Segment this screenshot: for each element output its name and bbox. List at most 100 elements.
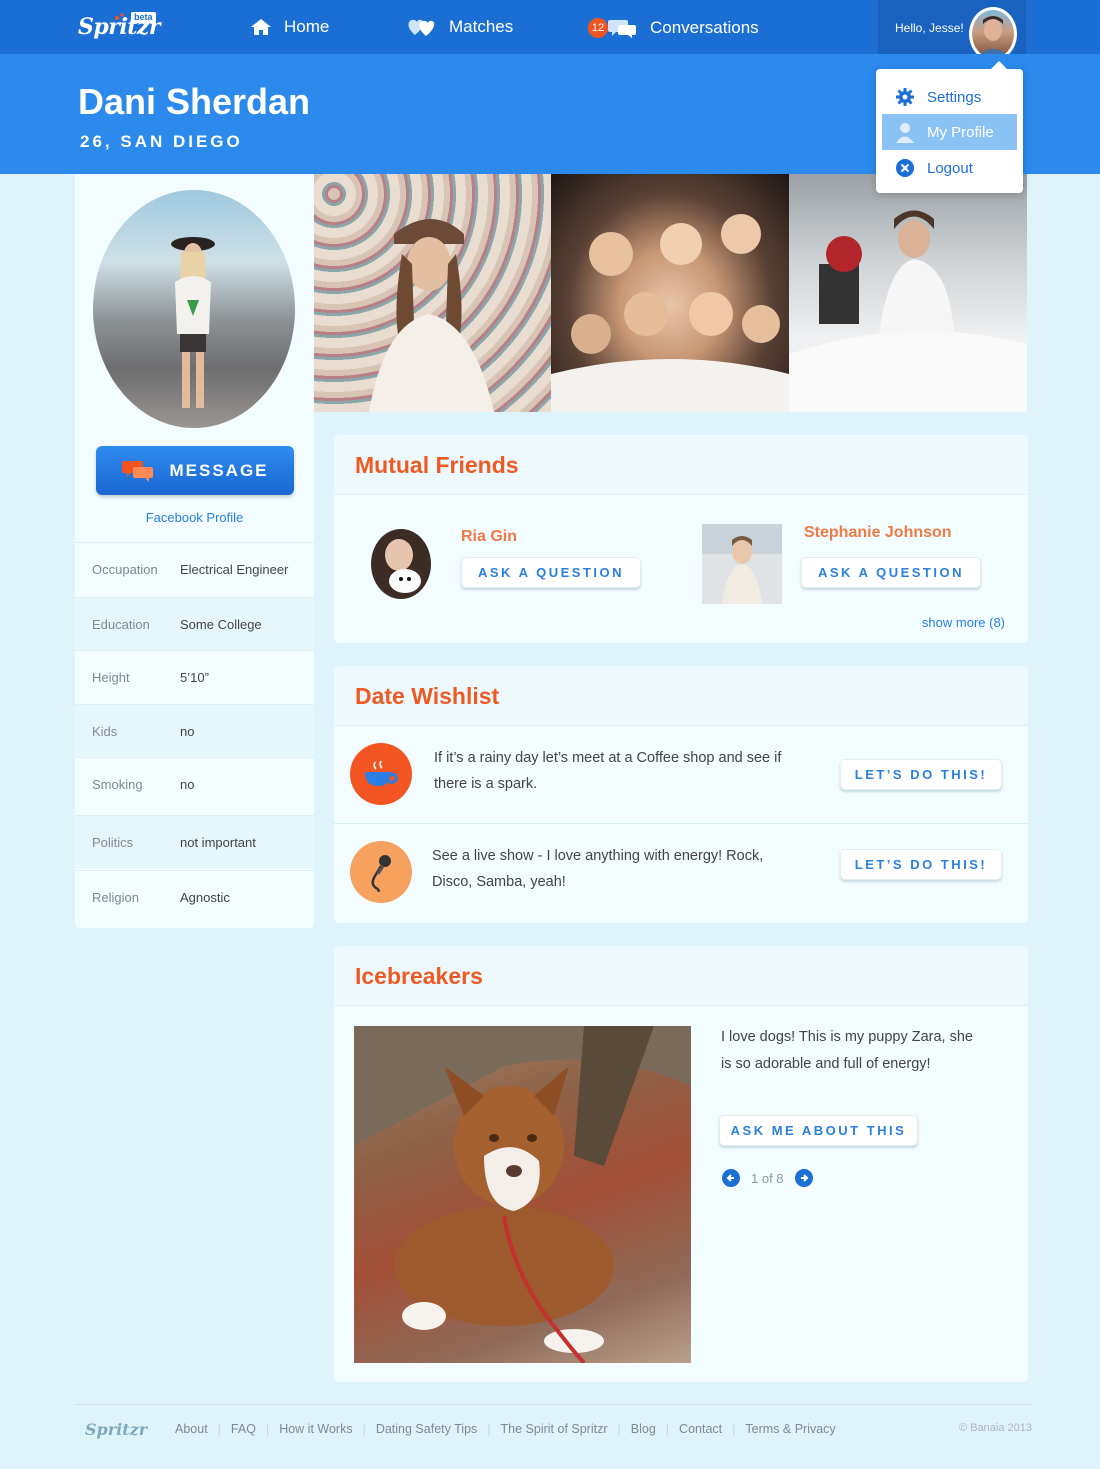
attribute-value: no [180, 724, 195, 739]
nav-conversations-label: Conversations [650, 18, 759, 37]
card-title: Mutual Friends [355, 452, 519, 478]
ask-question-button[interactable]: ASK A QUESTION [801, 557, 981, 588]
profile-age-location: 26, SAN DIEGO [80, 132, 243, 151]
greeting: Hello, Jesse! [895, 21, 964, 35]
lets-do-this-button[interactable]: LET’S DO THIS! [840, 759, 1002, 790]
gallery-photo-2[interactable] [551, 174, 789, 412]
attribute-value: no [180, 777, 195, 792]
gear-icon [896, 88, 914, 106]
home-icon [251, 19, 271, 35]
attribute-value: Electrical Engineer [180, 562, 289, 577]
card-title: Date Wishlist [355, 683, 500, 709]
footer-link-spirit-of-spritzr[interactable]: The Spirit of Spritzr [501, 1422, 608, 1436]
footer-link-faq[interactable]: FAQ [231, 1422, 256, 1436]
hearts-icon [408, 19, 435, 36]
footer-separator: | [732, 1422, 736, 1436]
icebreaker-text: I love dogs! This is my puppy Zara, she … [721, 1029, 973, 1072]
attribute-label: Education [92, 617, 150, 632]
attribute-row-height: Height 5’10” [75, 650, 314, 704]
chat-bubbles-icon [608, 20, 636, 38]
attribute-label: Height [92, 670, 130, 685]
attribute-label: Kids [92, 724, 118, 739]
attribute-value: Some College [180, 617, 262, 632]
ask-question-button[interactable]: ASK A QUESTION [461, 557, 641, 588]
footer-link-blog[interactable]: Blog [631, 1422, 656, 1436]
icebreaker-pager: 1 of 8 [722, 1169, 813, 1187]
close-circle-icon [896, 159, 914, 177]
footer-link-terms-privacy[interactable]: Terms & Privacy [745, 1422, 835, 1436]
footer-separator: | [265, 1422, 270, 1436]
footer-separator: | [217, 1422, 221, 1436]
attribute-value: 5’10” [180, 670, 209, 685]
attribute-label: Religion [92, 890, 139, 905]
ask-me-about-this-button[interactable]: ASK ME ABOUT THIS [719, 1115, 918, 1146]
menu-item-logout[interactable]: Logout [882, 150, 1017, 186]
footer-divider [75, 1404, 1032, 1405]
attribute-label: Politics [92, 835, 134, 850]
attribute-label: Occupation [92, 562, 158, 577]
icebreakers-card: Icebreakers I love dogs! This is my pupp… [334, 946, 1028, 1382]
wishlist-item: If it’s a rainy day let’s meet at a Coff… [334, 726, 1028, 824]
user-icon [896, 123, 914, 143]
footer-link-dating-safety-tips[interactable]: Dating Safety Tips [376, 1422, 477, 1436]
user-avatar[interactable] [969, 7, 1017, 61]
footer-separator: | [487, 1422, 491, 1436]
footer-separator: | [617, 1422, 621, 1436]
friend-name[interactable]: Ria Gin [461, 528, 517, 546]
menu-item-label: My Profile [927, 123, 994, 141]
nav-home-label: Home [284, 17, 330, 36]
friend-avatar-stephanie[interactable] [702, 524, 782, 604]
friend-avatar-ria[interactable] [371, 529, 431, 599]
attribute-row-education: Education Some College [75, 597, 314, 651]
gallery-photo-1-figure [369, 219, 494, 412]
profile-name: Dani Sherdan [78, 81, 311, 122]
message-button[interactable]: MESSAGE [96, 446, 294, 495]
profile-photo[interactable] [93, 190, 295, 428]
icebreaker-photo[interactable] [354, 1026, 691, 1363]
attribute-row-occupation: Occupation Electrical Engineer [75, 542, 314, 596]
attribute-row-smoking: Smoking no [75, 757, 314, 811]
wishlist-text: If it’s a rainy day let’s meet at a Coff… [434, 750, 782, 792]
gallery-photo-3[interactable] [789, 174, 1027, 412]
user-menu[interactable]: Hello, Jesse! [878, 0, 1026, 61]
gallery-photo-2-figure [551, 214, 789, 412]
previous-arrow-icon[interactable] [722, 1169, 740, 1187]
user-dropdown-menu: Settings My Profile Logout [876, 61, 1023, 193]
attribute-value: Agnostic [180, 890, 230, 905]
profile-sidebar: MESSAGE Facebook Profile Occupation Elec… [75, 174, 314, 928]
footer-link-contact[interactable]: Contact [679, 1422, 722, 1436]
conversations-badge: 12 [588, 18, 608, 38]
footer-logo[interactable]: Spritzr [85, 1420, 147, 1439]
gallery-photo-3-figure [789, 210, 1027, 412]
message-button-label: MESSAGE [169, 460, 269, 480]
microphone-icon [350, 841, 412, 903]
menu-item-settings[interactable]: Settings [882, 79, 1017, 115]
mutual-friends-card: Mutual Friends Ria Gin ASK A QUESTION St… [334, 435, 1028, 643]
pager-count: 1 of 8 [751, 1170, 784, 1186]
beta-badge: beta [131, 12, 156, 23]
facebook-profile-link[interactable]: Facebook Profile [75, 510, 314, 525]
menu-item-label: Logout [927, 159, 973, 177]
footer-separator: | [362, 1422, 366, 1436]
menu-item-my-profile[interactable]: My Profile [882, 114, 1017, 150]
coffee-cup-icon [350, 743, 412, 805]
next-arrow-icon[interactable] [794, 1169, 813, 1187]
footer-link-how-it-works[interactable]: How it Works [279, 1422, 352, 1436]
footer-separator: | [665, 1422, 670, 1436]
attribute-row-politics: Politics not important [75, 815, 314, 869]
footer-link-about[interactable]: About [175, 1422, 208, 1436]
wishlist-text: See a live show - I love anything with e… [432, 848, 764, 890]
nav-conversations[interactable]: 12 Conversations [588, 17, 759, 39]
attribute-row-religion: Religion Agnostic [75, 870, 314, 924]
nav-matches[interactable]: Matches [407, 17, 513, 37]
show-more-link[interactable]: show more (8) [922, 615, 1005, 630]
nav-home[interactable]: Home [250, 17, 329, 37]
logo-sparkle-icon [115, 13, 128, 21]
gallery-photo-1[interactable] [314, 174, 551, 412]
footer-copyright: © Banaia 2013 [959, 1422, 1032, 1434]
top-nav: Spritzr beta Home Matches 12 Conversatio… [0, 0, 1100, 61]
profile-photo-figure [171, 237, 215, 408]
lets-do-this-button[interactable]: LET’S DO THIS! [840, 849, 1002, 880]
date-wishlist-card: Date Wishlist If it’s a rainy day let’s … [334, 666, 1028, 923]
friend-name[interactable]: Stephanie Johnson [804, 524, 952, 542]
